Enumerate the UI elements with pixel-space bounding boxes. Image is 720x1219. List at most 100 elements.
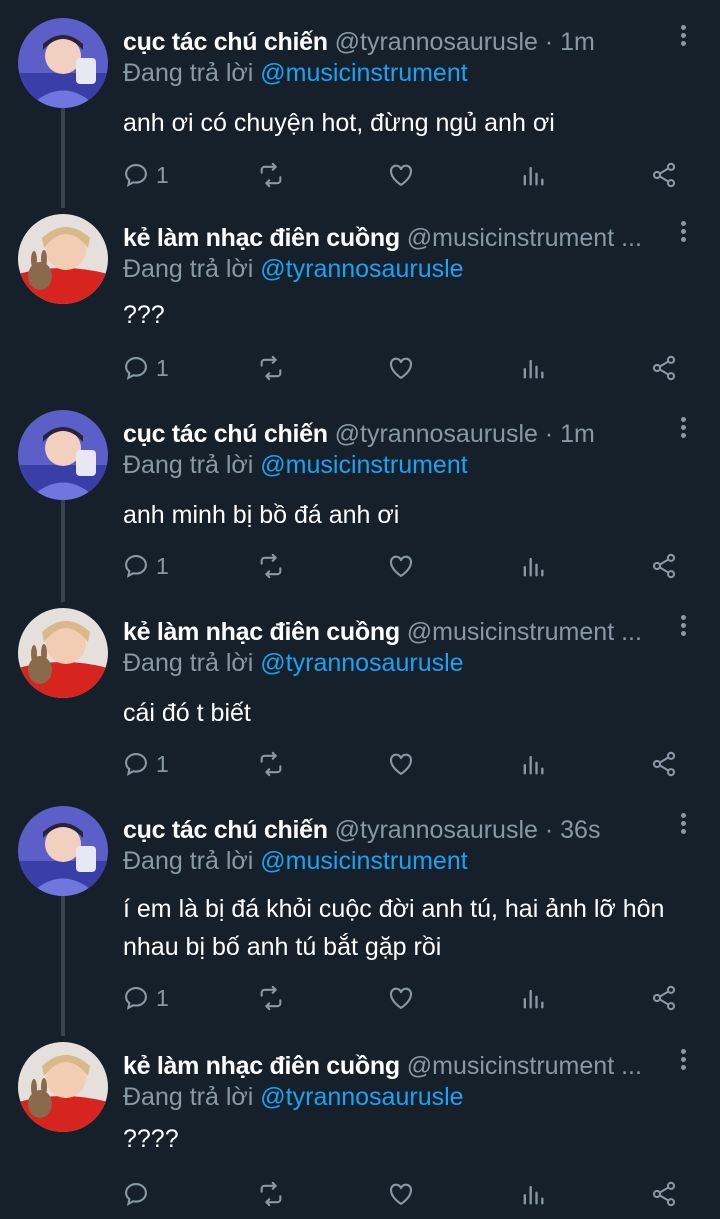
tweet[interactable]: kẻ làm nhạc điên cuồng @musicinstrument … bbox=[0, 1024, 720, 1219]
display-name[interactable]: kẻ làm nhạc điên cuồng bbox=[123, 1052, 400, 1080]
reply-bubble-icon bbox=[125, 555, 147, 578]
analytics-button[interactable] bbox=[519, 978, 547, 1018]
share-icon bbox=[652, 355, 676, 381]
share-button[interactable] bbox=[650, 546, 678, 586]
retweet-icon bbox=[260, 1181, 282, 1207]
retweet-button[interactable] bbox=[257, 348, 285, 388]
tweet-text: ??? bbox=[123, 301, 165, 329]
reply-button[interactable]: 1 bbox=[122, 348, 169, 388]
like-button[interactable] bbox=[387, 155, 415, 195]
analytics-bars-icon bbox=[523, 166, 544, 186]
retweet-button[interactable] bbox=[257, 744, 285, 784]
like-button[interactable] bbox=[387, 1174, 415, 1214]
replying-to-handle[interactable]: @musicinstrument bbox=[260, 451, 467, 479]
replying-to: Đang trả lời @musicinstrument bbox=[123, 844, 468, 878]
like-button[interactable] bbox=[387, 546, 415, 586]
handle-time: @musicinstrument ... bbox=[406, 224, 642, 252]
more-vertical-icon[interactable] bbox=[672, 810, 694, 840]
more-vertical-icon[interactable] bbox=[672, 612, 694, 642]
avatar-tyrannosaurusle[interactable] bbox=[18, 18, 108, 108]
replying-to-handle[interactable]: @musicinstrument bbox=[260, 847, 467, 875]
replying-to-label: Đang trả lời bbox=[123, 649, 254, 677]
tweet[interactable]: cục tác chú chiến @tyrannosaurusle · 36s… bbox=[0, 788, 720, 1036]
like-button[interactable] bbox=[387, 744, 415, 784]
replying-to-handle[interactable]: @tyrannosaurusle bbox=[260, 649, 463, 677]
retweet-button[interactable] bbox=[257, 155, 285, 195]
analytics-button[interactable] bbox=[519, 1174, 547, 1214]
display-name[interactable]: cục tác chú chiến bbox=[123, 420, 328, 448]
analytics-button[interactable] bbox=[519, 155, 547, 195]
retweet-button[interactable] bbox=[257, 1174, 285, 1214]
tweet[interactable]: kẻ làm nhạc điên cuồng @musicinstrument … bbox=[0, 590, 720, 788]
share-button[interactable] bbox=[650, 155, 678, 195]
tweet-actions: 1 bbox=[0, 744, 720, 784]
display-name[interactable]: cục tác chú chiến bbox=[123, 28, 328, 56]
share-button[interactable] bbox=[650, 1174, 678, 1214]
handle-time: @tyrannosaurusle · 36s bbox=[334, 816, 601, 844]
handle-time: @tyrannosaurusle · 1m bbox=[334, 420, 595, 448]
share-button[interactable] bbox=[650, 744, 678, 784]
replying-to-handle[interactable]: @tyrannosaurusle bbox=[260, 1083, 463, 1111]
retweet-button[interactable] bbox=[257, 546, 285, 586]
more-vertical-icon[interactable] bbox=[672, 218, 694, 248]
retweet-button[interactable] bbox=[257, 978, 285, 1018]
reply-bubble-icon bbox=[125, 357, 147, 380]
analytics-button[interactable] bbox=[519, 744, 547, 784]
more-vertical-icon[interactable] bbox=[672, 1046, 694, 1076]
handle-time: @musicinstrument ... bbox=[406, 618, 642, 646]
replying-to-handle[interactable]: @tyrannosaurusle bbox=[260, 255, 463, 283]
analytics-button[interactable] bbox=[519, 348, 547, 388]
reply-count: 1 bbox=[156, 750, 169, 777]
reply-button[interactable] bbox=[122, 1174, 156, 1214]
tweet-header: cục tác chú chiến @tyrannosaurusle · 1m bbox=[123, 24, 663, 60]
tweet-actions: 1 bbox=[0, 546, 720, 586]
replying-to-handle[interactable]: @musicinstrument bbox=[260, 59, 467, 87]
heart-icon bbox=[390, 164, 412, 186]
replying-to-label: Đang trả lời bbox=[123, 59, 254, 87]
tweet-actions: 1 bbox=[0, 155, 720, 195]
tweet-text: ???? bbox=[123, 1125, 179, 1153]
more-vertical-icon[interactable] bbox=[672, 22, 694, 52]
reply-button[interactable]: 1 bbox=[122, 155, 169, 195]
reply-count: 1 bbox=[156, 984, 169, 1011]
handle-time: @tyrannosaurusle · 1m bbox=[334, 28, 595, 56]
reply-bubble-icon bbox=[125, 1183, 147, 1206]
share-icon bbox=[652, 162, 676, 188]
like-button[interactable] bbox=[387, 978, 415, 1018]
reply-button[interactable]: 1 bbox=[122, 744, 169, 784]
replying-to: Đang trả lời @tyrannosaurusle bbox=[123, 646, 464, 680]
share-icon bbox=[652, 751, 676, 777]
reply-count: 1 bbox=[156, 161, 169, 188]
tweet[interactable]: cục tác chú chiến @tyrannosaurusle · 1m … bbox=[0, 392, 720, 602]
tweet-actions bbox=[0, 1174, 720, 1214]
avatar-musicinstrument[interactable] bbox=[18, 1042, 108, 1132]
retweet-icon bbox=[260, 553, 282, 579]
display-name[interactable]: kẻ làm nhạc điên cuồng bbox=[123, 224, 400, 252]
analytics-button[interactable] bbox=[519, 546, 547, 586]
display-name[interactable]: kẻ làm nhạc điên cuồng bbox=[123, 618, 400, 646]
handle-time: @musicinstrument ... bbox=[406, 1052, 642, 1080]
analytics-bars-icon bbox=[523, 755, 544, 775]
avatar-tyrannosaurusle[interactable] bbox=[18, 806, 108, 896]
display-name[interactable]: cục tác chú chiến bbox=[123, 816, 328, 844]
retweet-icon bbox=[260, 985, 282, 1011]
analytics-bars-icon bbox=[523, 557, 544, 577]
tweet-header: kẻ làm nhạc điên cuồng @musicinstrument … bbox=[123, 1048, 663, 1084]
analytics-bars-icon bbox=[523, 359, 544, 379]
reply-button[interactable]: 1 bbox=[122, 978, 169, 1018]
share-icon bbox=[652, 985, 676, 1011]
avatar-musicinstrument[interactable] bbox=[18, 608, 108, 698]
share-button[interactable] bbox=[650, 978, 678, 1018]
replying-to: Đang trả lời @tyrannosaurusle bbox=[123, 252, 464, 286]
like-button[interactable] bbox=[387, 348, 415, 388]
more-vertical-icon[interactable] bbox=[672, 414, 694, 444]
replying-to: Đang trả lời @tyrannosaurusle bbox=[123, 1080, 464, 1114]
tweet[interactable]: kẻ làm nhạc điên cuồng @musicinstrument … bbox=[0, 196, 720, 392]
reply-bubble-icon bbox=[125, 164, 147, 187]
reply-button[interactable]: 1 bbox=[122, 546, 169, 586]
avatar-tyrannosaurusle[interactable] bbox=[18, 410, 108, 500]
reply-bubble-icon bbox=[125, 753, 147, 776]
tweet[interactable]: cục tác chú chiến @tyrannosaurusle · 1m … bbox=[0, 0, 720, 208]
share-button[interactable] bbox=[650, 348, 678, 388]
avatar-musicinstrument[interactable] bbox=[18, 214, 108, 304]
